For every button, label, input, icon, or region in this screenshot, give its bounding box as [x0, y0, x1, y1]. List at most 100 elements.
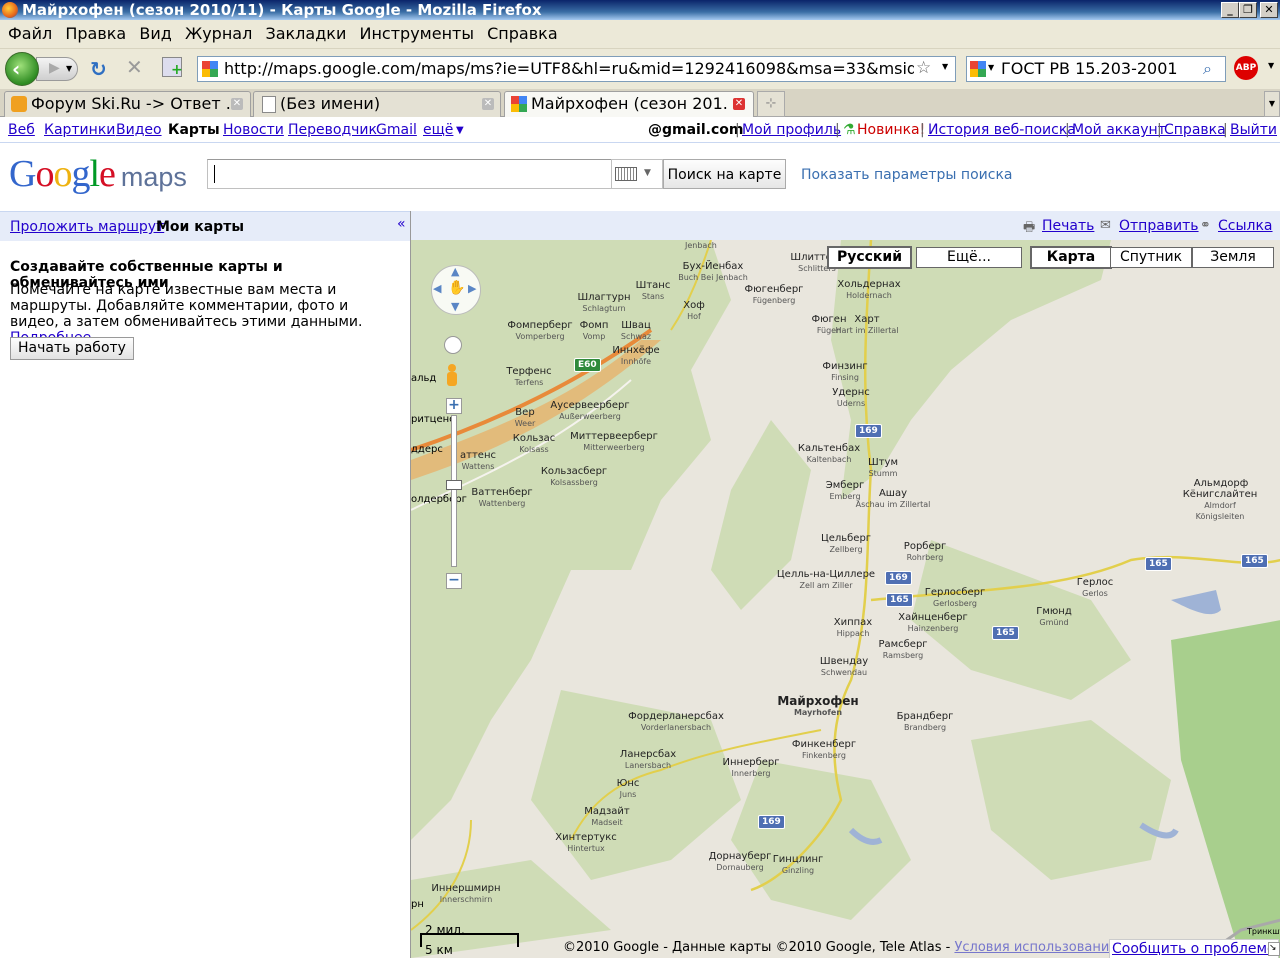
- adblock-icon[interactable]: ABP: [1234, 56, 1258, 80]
- place-label: Бух-Йенбах Buch Bei Jenbach: [678, 261, 748, 282]
- my-maps-tab[interactable]: Мои карты: [156, 219, 244, 235]
- engine-dropdown-icon[interactable]: ▼: [988, 63, 994, 72]
- home-add-icon[interactable]: +: [162, 57, 183, 78]
- menu-view[interactable]: Вид: [139, 20, 171, 48]
- search-map-button[interactable]: Поиск на карте: [663, 159, 786, 189]
- language-button[interactable]: Русский: [827, 246, 912, 269]
- maximize-button[interactable]: ❐: [1239, 2, 1257, 18]
- window-title: Майрхофен (сезон 2010/11) - Карты Google…: [22, 1, 542, 19]
- tab-close-icon[interactable]: ✕: [482, 98, 494, 110]
- my-profile-link[interactable]: Мой профиль: [742, 122, 841, 138]
- back-button[interactable]: ‹: [5, 52, 39, 86]
- url-text[interactable]: http://maps.google.com/maps/ms?ie=UTF8&h…: [224, 57, 914, 81]
- menu-edit[interactable]: Правка: [65, 20, 126, 48]
- bookmark-star-icon[interactable]: ☆: [916, 58, 931, 78]
- resize-corner-icon[interactable]: ↘: [1268, 942, 1280, 956]
- send-link[interactable]: Отправить: [1119, 218, 1199, 234]
- gbar-more[interactable]: ещё: [423, 122, 453, 138]
- search-text[interactable]: ГОСТ РВ 15.203-2001: [1001, 57, 1178, 81]
- chevron-down-icon: ▼: [644, 168, 651, 178]
- tab-mayrhofen[interactable]: Майрхофен (сезон 201... ✕: [504, 91, 754, 117]
- place-label: Харт Hart im Zillertal: [835, 314, 899, 335]
- tab-untitled[interactable]: (Без имени) ✕: [253, 91, 501, 117]
- zoom-out-button[interactable]: −: [446, 573, 462, 589]
- search-engine-icon[interactable]: [970, 61, 986, 77]
- forward-button[interactable]: ▶ ▼: [36, 57, 78, 81]
- report-problem-link[interactable]: Сообщить о проблеме: [1112, 941, 1276, 957]
- directions-tab[interactable]: Проложить маршрут: [10, 219, 164, 235]
- terms-link[interactable]: Условия использования: [954, 940, 1117, 955]
- separator: |: [1223, 122, 1228, 138]
- zoom-in-button[interactable]: +: [446, 398, 462, 414]
- search-options-link[interactable]: Показать параметры поиска: [801, 167, 1012, 183]
- collapse-panel-icon[interactable]: «: [397, 216, 406, 232]
- close-window-button[interactable]: ✕: [1260, 2, 1278, 18]
- page-favicon: [262, 96, 276, 113]
- stop-icon[interactable]: ✕: [126, 55, 143, 79]
- terrain-layer: [411, 240, 1280, 958]
- search-history-link[interactable]: История веб-поиска: [928, 122, 1076, 138]
- place-label: Дорнауберг Dornauberg: [708, 851, 772, 872]
- menu-help[interactable]: Справка: [487, 20, 558, 48]
- pan-left-icon[interactable]: ◀: [433, 282, 441, 295]
- reload-icon[interactable]: ↻: [90, 57, 107, 81]
- get-started-button[interactable]: Начать работу: [10, 337, 134, 360]
- place-label: Мадзайт Madseit: [584, 806, 630, 827]
- history-dropdown-icon[interactable]: ▼: [66, 64, 72, 73]
- location-button[interactable]: [444, 336, 462, 354]
- place-label: Иннерберг Innerberg: [722, 757, 780, 778]
- pan-control[interactable]: ▲ ▼ ◀ ▶ ✋: [431, 265, 481, 315]
- satellite-view-button[interactable]: Спутник: [1110, 247, 1192, 268]
- minimize-button[interactable]: _: [1221, 2, 1239, 18]
- zoom-track[interactable]: [451, 415, 457, 567]
- pan-up-icon[interactable]: ▲: [451, 265, 459, 278]
- tab-close-icon[interactable]: ✕: [733, 98, 745, 110]
- menu-bookmarks[interactable]: Закладки: [265, 20, 346, 48]
- tab-forum[interactable]: Форум Ski.Ru -> Ответ ... ✕: [4, 91, 251, 117]
- help-link[interactable]: Справка: [1164, 122, 1226, 138]
- toolbar-dropdown-icon[interactable]: ▼: [1268, 61, 1274, 70]
- zoom-slider-handle[interactable]: [446, 480, 462, 490]
- tab-list-button[interactable]: ▼: [1264, 91, 1280, 117]
- logout-link[interactable]: Выйти: [1230, 122, 1277, 138]
- gbar-web[interactable]: Веб: [8, 122, 35, 138]
- place-label: Рамсберг Ramsberg: [878, 639, 928, 660]
- gbar-news[interactable]: Новости: [223, 122, 284, 138]
- magnifier-icon[interactable]: ⌕: [1203, 59, 1212, 79]
- place-label: Иннершмирн Innerschmirn: [431, 883, 501, 904]
- pan-right-icon[interactable]: ▶: [468, 282, 476, 295]
- url-dropdown-icon[interactable]: ▼: [942, 62, 948, 71]
- road-shield: 169: [855, 424, 882, 438]
- gbar-images[interactable]: Картинки: [44, 122, 115, 138]
- road-shield: 165: [1241, 554, 1268, 568]
- my-account-link[interactable]: Мой аккаунт: [1072, 122, 1166, 138]
- earth-view-button[interactable]: Земля: [1192, 247, 1274, 268]
- keyboard-button[interactable]: ▼: [611, 159, 663, 189]
- google-logo-text: Google: [9, 153, 116, 195]
- menu-history[interactable]: Журнал: [185, 20, 252, 48]
- new-tab-button[interactable]: ⊹: [757, 91, 785, 117]
- map-search-input[interactable]: [207, 159, 613, 189]
- menu-file[interactable]: Файл: [8, 20, 52, 48]
- place-label: Фюгенберг Fügenberg: [744, 284, 804, 305]
- link-link[interactable]: Ссылка: [1218, 218, 1273, 234]
- print-link[interactable]: Печать: [1042, 218, 1094, 234]
- new-feature-link[interactable]: Новинка!: [857, 122, 925, 138]
- road-shield: E60: [574, 358, 601, 372]
- tab-close-icon[interactable]: ✕: [231, 98, 243, 110]
- pegman-icon[interactable]: [444, 364, 460, 394]
- gbar-gmail[interactable]: Gmail: [376, 122, 417, 138]
- map-canvas[interactable]: 🖶 Печать ✉ Отправить ⚭ Ссылка Бух-Йенбах…: [410, 211, 1280, 958]
- menu-tools[interactable]: Инструменты: [359, 20, 474, 48]
- pan-down-icon[interactable]: ▼: [451, 300, 459, 313]
- more-dropdown-icon[interactable]: ▼: [456, 125, 464, 136]
- map-view-button[interactable]: Карта: [1030, 246, 1112, 269]
- url-bar[interactable]: http://maps.google.com/maps/ms?ie=UTF8&h…: [197, 56, 956, 82]
- search-bar[interactable]: ▼ ГОСТ РВ 15.203-2001 ⌕: [966, 56, 1226, 82]
- google-maps-logo[interactable]: Google maps: [9, 152, 187, 196]
- email-icon: ✉: [1100, 218, 1111, 233]
- gbar-video[interactable]: Видео: [116, 122, 162, 138]
- gbar-translate[interactable]: Переводчик: [288, 122, 377, 138]
- more-layers-button[interactable]: Ещё...: [916, 247, 1022, 268]
- report-problem[interactable]: Сообщить о проблеме: [1109, 939, 1279, 958]
